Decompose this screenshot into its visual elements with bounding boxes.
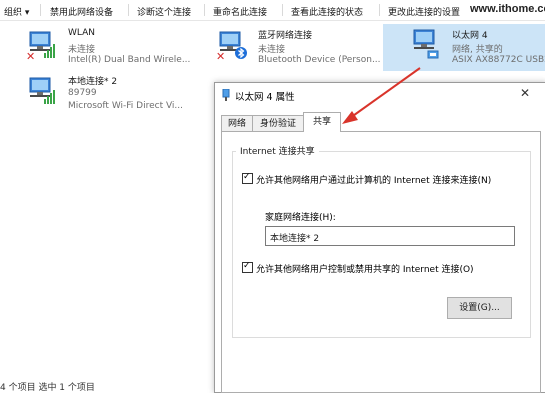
connection-name: WLAN: [68, 28, 96, 38]
settings-button[interactable]: 设置(G)...: [447, 297, 512, 319]
group-title: Internet 连接共享: [236, 144, 319, 157]
svg-text:✕: ✕: [26, 50, 35, 60]
command-toolbar: 组织 ▾ 禁用此网络设备 诊断这个连接 重命名此连接 查看此连接的状态 更改此连…: [0, 0, 545, 21]
allow-control-label: 允许其他网络用户控制或禁用共享的 Internet 连接(O): [256, 265, 474, 275]
view-status-button[interactable]: 查看此连接的状态: [291, 5, 363, 18]
connection-device: Intel(R) Dual Band Wirele...: [68, 55, 191, 65]
connection-status: 未连接: [258, 45, 286, 55]
diagnose-button[interactable]: 诊断这个连接: [137, 5, 191, 18]
connection-name: 本地连接* 2: [68, 77, 118, 87]
rename-button[interactable]: 重命名此连接: [213, 5, 267, 18]
home-network-field[interactable]: 本地连接* 2: [265, 226, 515, 246]
allow-share-checkbox[interactable]: ✓: [242, 172, 253, 184]
svg-text:✕: ✕: [216, 50, 225, 60]
toolbar-divider: [379, 4, 380, 16]
allow-share-label: 允许其他网络用户通过此计算机的 Internet 连接来连接(N): [256, 176, 492, 186]
bluetooth-network-icon: ✕: [216, 31, 247, 60]
annotation-arrow: [342, 67, 421, 124]
dialog-title: 以太网 4 属性: [235, 92, 295, 103]
disable-device-button[interactable]: 禁用此网络设备: [50, 5, 113, 18]
sharing-panel: Internet 连接共享 ✓ 允许其他网络用户通过此计算机的 Internet…: [221, 131, 541, 393]
connection-status: 89799: [68, 88, 97, 98]
wifi-direct-network-icon: [29, 77, 55, 104]
change-settings-button[interactable]: 更改此连接的设置: [388, 5, 460, 18]
check-icon: ✓: [243, 172, 251, 182]
connection-device: Microsoft Wi-Fi Direct Vi...: [68, 101, 184, 111]
close-icon[interactable]: ✕: [520, 86, 530, 100]
connection-name: 以太网 4: [452, 31, 488, 41]
toolbar-divider: [128, 4, 129, 16]
check-icon: ✓: [243, 261, 251, 271]
allow-control-checkbox[interactable]: ✓: [242, 261, 253, 273]
watermark-logo: www.ithome.com: [468, 3, 545, 15]
ethernet-network-icon: [413, 29, 439, 59]
wifi-network-icon: ✕: [26, 31, 55, 60]
toolbar-divider: [204, 4, 205, 16]
connection-status: 网络, 共享的: [452, 45, 503, 55]
home-network-label: 家庭网络连接(H):: [265, 213, 336, 223]
toolbar-divider: [282, 4, 283, 16]
tab-authentication[interactable]: 身份验证: [252, 115, 304, 132]
toolbar-divider: [40, 4, 41, 16]
home-network-value: 本地连接* 2: [270, 234, 320, 244]
organize-menu[interactable]: 组织 ▾: [4, 5, 29, 18]
tab-sharing[interactable]: 共享: [303, 112, 341, 132]
tab-network[interactable]: 网络: [221, 115, 253, 132]
connection-name: 蓝牙网络连接: [258, 31, 313, 41]
network-adapter-icon: [222, 89, 230, 101]
status-bar: 4 个项目 选中 1 个项目: [0, 383, 95, 393]
connection-device: ASIX AX88772C USB2: [452, 55, 545, 65]
connection-status: 未连接: [68, 45, 96, 55]
